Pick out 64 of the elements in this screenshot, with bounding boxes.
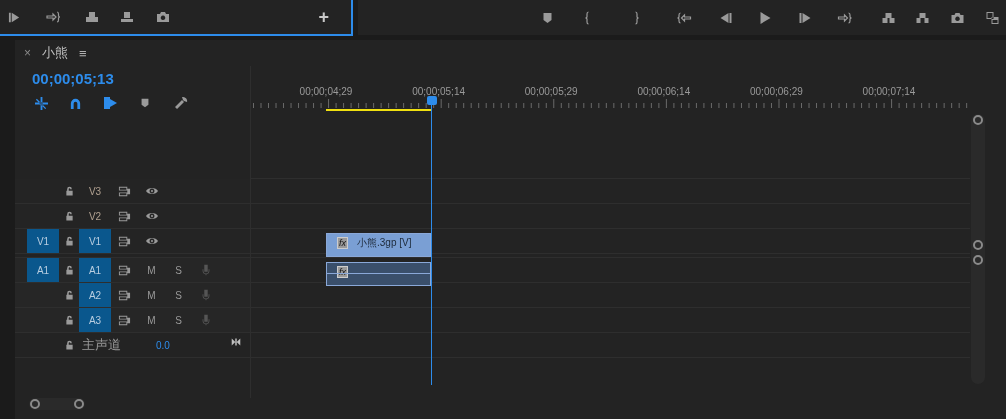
lock-icon[interactable] [63,289,75,301]
step-back-icon[interactable] [718,10,733,25]
track-target[interactable]: V1 [79,229,111,253]
master-volume-value[interactable]: 0.0 [156,337,170,353]
vertical-scrollbar[interactable] [971,114,985,384]
track-target[interactable]: V2 [79,204,111,228]
lock-icon[interactable] [63,235,75,247]
step-forward-icon[interactable] [8,10,21,24]
close-button[interactable]: × [24,47,31,59]
playhead-handle[interactable] [427,96,437,105]
ruler-timecode: 00;00;05;29 [524,85,578,99]
go-to-out-icon[interactable] [837,10,852,25]
lock-icon[interactable] [63,339,75,351]
ruler-timecode: 00;00;04;29 [299,85,353,99]
linked-selection-icon[interactable] [103,96,117,110]
ruler-timecode: 00;00;06;29 [750,85,803,99]
clip-name: 小熊.3gp [V] [357,237,412,249]
magnet-icon[interactable] [69,96,82,110]
camera-icon[interactable] [156,10,170,24]
lock-icon[interactable] [63,314,75,326]
lock-icon[interactable] [63,210,75,222]
add-button[interactable]: + [318,8,329,26]
effect-badge: fx [337,237,348,249]
ruler-timecode: 00;00;05;14 [412,85,465,99]
mute-button[interactable]: M [147,262,156,278]
mute-button[interactable]: M [147,312,156,328]
source-patch[interactable]: A1 [27,258,59,282]
mute-button[interactable]: M [147,287,156,303]
step-forward-icon[interactable] [798,10,813,25]
go-to-in-icon[interactable] [677,10,692,25]
scroll-handle[interactable] [973,115,983,125]
track-target[interactable]: A2 [79,283,111,307]
sync-lock-icon[interactable] [118,184,131,198]
track-target[interactable]: A1 [79,258,111,282]
scroll-handle[interactable] [30,399,40,409]
track-target[interactable]: A3 [79,308,111,332]
panel-menu-button[interactable]: ≡ [79,46,87,60]
wrench-icon[interactable] [174,96,188,110]
go-to-out-icon[interactable] [46,10,60,24]
sync-lock-icon[interactable] [118,313,131,327]
solo-button[interactable]: S [175,312,182,328]
sync-lock-icon[interactable] [118,234,131,248]
sync-lock-icon[interactable] [118,288,131,302]
marker-icon[interactable] [139,97,151,109]
solo-button[interactable]: S [175,287,182,303]
timecode[interactable]: 00;00;05;13 [32,69,114,89]
compare-icon[interactable] [985,10,1000,25]
ruler-timecode: 00;00;07;14 [862,85,916,99]
sync-lock-icon[interactable] [118,263,131,277]
horizontal-scrollbar[interactable] [29,398,85,410]
lock-icon[interactable] [63,264,75,276]
sync-lock-icon[interactable] [118,209,131,223]
track-target[interactable]: V3 [79,179,111,203]
panel-tab-title[interactable]: 小熊 [42,43,68,63]
master-track-label: 主声道 [82,336,121,355]
camera-icon[interactable] [950,10,965,25]
source-patch[interactable]: V1 [27,229,59,253]
ruler-timecode: 00;00;06;14 [637,85,691,99]
solo-button[interactable]: S [175,262,182,278]
time-ruler[interactable]: 00;00;04;29 00;00;05;14 00;00;05;29 00;00;06;14 00;00;06;29 00;00;07;14 [251,66,970,120]
scroll-handle[interactable] [74,399,84,409]
bowtie-icon[interactable] [230,337,242,347]
video-clip[interactable]: fx 小熊.3gp [V] [326,233,431,257]
lock-icon[interactable] [63,185,75,197]
